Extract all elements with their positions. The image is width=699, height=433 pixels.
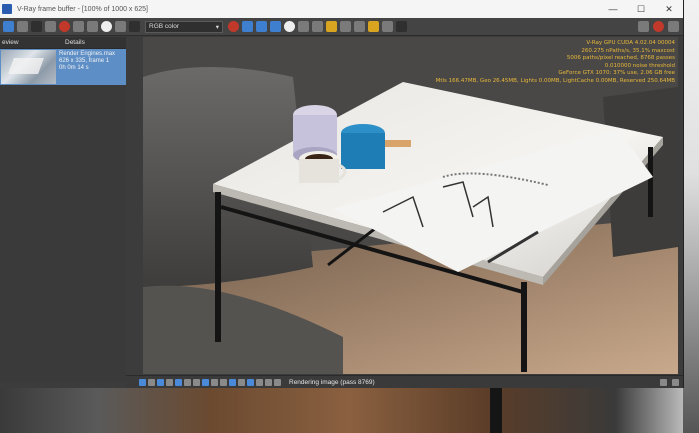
compare-icon[interactable] [238,378,245,386]
lens-effects-icon[interactable] [284,21,295,32]
target-icon[interactable] [382,21,393,32]
mug-blue [341,133,385,169]
vray-app-icon [2,4,12,14]
menu-icon[interactable] [129,21,140,32]
render-stat-line: 260.275 nPaths/s, 35.1% maxcost [581,47,675,54]
alpha-channel-icon[interactable] [101,21,112,32]
desktop-background [0,388,699,433]
settings-icon[interactable] [396,21,407,32]
stop-render-icon[interactable] [228,21,239,32]
red-channel-icon[interactable] [59,21,70,32]
history-item-size: 626 x 335, frame 1 [59,58,110,64]
pixel-info-icon[interactable] [256,378,263,386]
close-button[interactable]: ✕ [655,0,683,18]
copy-icon[interactable] [45,21,56,32]
exposure-icon[interactable] [148,378,155,386]
follow-mouse-icon[interactable] [270,21,281,32]
history-thumbnail [1,50,56,84]
folder-icon[interactable] [326,21,337,32]
maximize-button[interactable]: ☐ [627,0,655,18]
link-icon[interactable] [312,21,323,32]
load-image-icon[interactable] [31,21,42,32]
region-render-icon[interactable] [256,21,267,32]
minimize-button[interactable]: — [599,0,627,18]
mug-blue-handle [385,140,411,147]
interactive-render-icon[interactable] [368,21,379,32]
render-stat-line: Mtls 166.47MB, Geo 26.45MB, Lights 0.00M… [435,77,675,84]
history-panel: eview Details Render Engines.max 626 x 3… [0,37,126,382]
film-icon[interactable] [265,378,272,386]
channel-select[interactable]: RGB color ▾ [145,20,223,33]
abort-icon[interactable] [653,21,664,32]
history-list-item[interactable]: Render Engines.max 626 x 335, frame 1 0h… [0,49,126,85]
curves-icon[interactable] [184,378,191,386]
clear-image-icon[interactable] [298,21,309,32]
render-stats-overlay: V-Ray GPU CUDA 4.02.04 00004 260.275 nPa… [436,40,675,86]
chevron-down-icon: ▾ [215,23,219,31]
window-title: V-Ray frame buffer - [100% of 1000 x 625… [17,5,149,13]
ocio-icon[interactable] [202,378,209,386]
status-right [660,379,679,386]
history-item-name: Render Engines.max [59,51,116,57]
main-toolbar: RGB color ▾ [0,18,683,36]
tab-details[interactable]: Details [63,37,126,48]
render-icon[interactable] [668,21,679,32]
desktop-background-right [683,0,699,433]
channel-select-value: RGB color [149,23,179,30]
history-item-details: Render Engines.max 626 x 335, frame 1 0h… [56,49,118,85]
render-status-text: Rendering image (pass 8769) [289,378,375,386]
history-toggle-icon[interactable] [3,21,14,32]
history-item-time: 0h 0m 14 s [59,65,89,71]
sphere-icon[interactable] [340,21,351,32]
ab-icon[interactable] [247,378,254,386]
monochrome-icon[interactable] [115,21,126,32]
save-image-icon[interactable] [17,21,28,32]
lens-icon[interactable] [229,378,236,386]
render-stat-line: 0.010000 noise threshold [604,62,675,69]
table-leg [521,282,527,372]
render-stat-line: V-Ray GPU CUDA 4.02.04 00004 [586,40,675,46]
rendered-scene [143,37,678,374]
options-icon[interactable] [672,379,679,386]
color-corrections-icon[interactable] [139,378,146,386]
levels-icon[interactable] [175,378,182,386]
teapot-icon[interactable] [354,21,365,32]
console-icon[interactable] [660,379,667,386]
lut-icon[interactable] [193,378,200,386]
table-leg [215,192,221,342]
zoom-icon[interactable] [274,378,281,386]
panel-tabs: eview Details [0,37,126,49]
render-stat-line: 5006 paths/pixel reached, 8768 passes [566,55,675,62]
render-stat-line: GeForce GTX 1070: 37% use, 2.06 GB free [558,70,675,77]
toolbar-right [638,21,679,32]
desktop-background-detail [490,388,502,433]
render-viewport[interactable]: V-Ray GPU CUDA 4.02.04 00004 260.275 nPa… [143,37,678,374]
table-leg [648,147,653,217]
white-balance-icon[interactable] [157,378,164,386]
grid-icon[interactable] [220,378,227,386]
green-channel-icon[interactable] [73,21,84,32]
hue-icon[interactable] [166,378,173,386]
cup-white [299,159,339,183]
vfb-window: V-Ray frame buffer - [100% of 1000 x 625… [0,0,684,388]
blue-channel-icon[interactable] [87,21,98,32]
window-controls: — ☐ ✕ [599,0,683,18]
status-bar: Rendering image (pass 8769) [126,375,683,388]
title-bar: V-Ray frame buffer - [100% of 1000 x 625… [0,0,683,18]
stamp-icon[interactable] [211,378,218,386]
cursor-icon[interactable] [638,21,649,32]
track-mouse-icon[interactable] [242,21,253,32]
tab-history[interactable]: eview [0,37,63,48]
